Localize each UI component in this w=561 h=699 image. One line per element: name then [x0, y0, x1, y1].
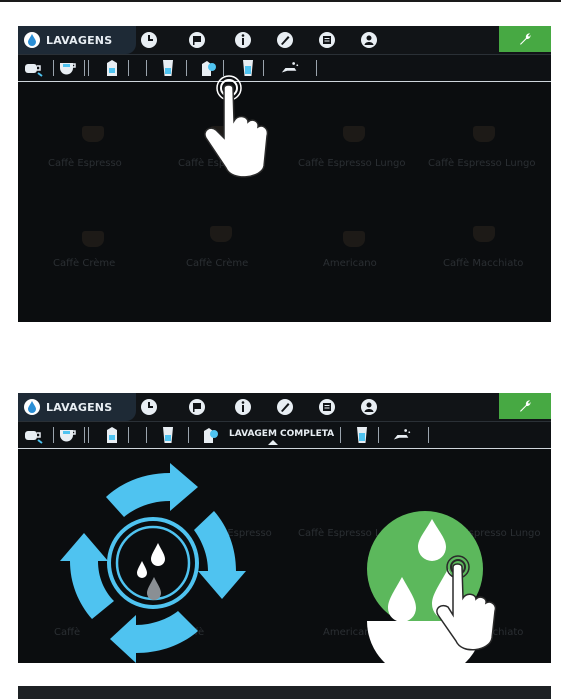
touch-hand-icon — [204, 75, 269, 178]
screen-2: LAVAGENS LAVAGEM COMPLETA Caffè Espresso — [18, 393, 551, 663]
next-screen-edge — [18, 686, 551, 699]
drops-icon — [137, 543, 165, 600]
top-rule — [0, 0, 561, 2]
pointing-hand-overlay — [204, 75, 269, 178]
wash-cycle-overlay — [60, 463, 497, 663]
screen-1: LAVAGENS Caffè Espresso Caffè Espresso C… — [18, 26, 551, 322]
